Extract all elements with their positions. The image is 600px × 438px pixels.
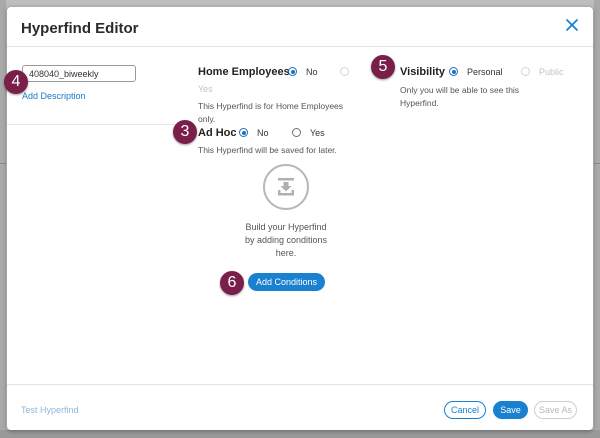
visibility-personal-radio[interactable] xyxy=(449,67,458,76)
left-divider xyxy=(7,124,183,125)
callout-badge: 3 xyxy=(173,120,197,144)
backdrop-left xyxy=(0,0,6,438)
empty-state-text: Build your Hyperfind by adding condition… xyxy=(235,221,337,260)
home-employees-no-radio[interactable] xyxy=(288,67,297,76)
visibility-personal-label: Personal xyxy=(467,67,503,77)
ad-hoc-no-label: No xyxy=(257,128,269,138)
ad-hoc-no-radio[interactable] xyxy=(239,128,248,137)
visibility-help-line1: Only you will be able to see this xyxy=(400,85,520,95)
backdrop-divider xyxy=(594,163,600,164)
visibility-public-radio xyxy=(521,67,530,76)
home-employees-help-line2: only. xyxy=(198,114,216,124)
home-employees-yes-radio xyxy=(340,67,349,76)
empty-state-line: here. xyxy=(275,248,297,258)
home-employees-help-line1: This Hyperfind is for Home Employees xyxy=(198,101,344,111)
dialog-title: Hyperfind Editor xyxy=(21,20,139,37)
hyperfind-editor-dialog: Hyperfind Editor Add Description Home Em… xyxy=(4,7,593,430)
ad-hoc-yes-radio[interactable] xyxy=(292,128,301,137)
ad-hoc-help: This Hyperfind will be saved for later. xyxy=(198,145,337,155)
add-conditions-button[interactable]: Add Conditions xyxy=(248,273,325,291)
hyperfind-name-input[interactable] xyxy=(22,65,136,82)
ad-hoc-label: Ad Hoc xyxy=(198,127,237,139)
save-as-button: Save As xyxy=(534,401,577,419)
dialog-footer: Test Hyperfind Cancel Save Save As xyxy=(7,384,593,430)
test-hyperfind-link: Test Hyperfind xyxy=(21,405,79,415)
visibility-help-line2: Hyperfind. xyxy=(400,98,439,108)
cancel-button[interactable]: Cancel xyxy=(444,401,486,419)
home-employees-no-label: No xyxy=(306,67,318,77)
download-tray-icon xyxy=(263,164,309,210)
ad-hoc-yes-label: Yes xyxy=(310,128,325,138)
callout-badge: 6 xyxy=(220,271,244,295)
home-employees-label: Home Employees xyxy=(198,66,290,78)
backdrop-bottom xyxy=(0,430,600,438)
visibility-public-label: Public xyxy=(539,67,564,77)
add-description-link[interactable]: Add Description xyxy=(22,91,86,101)
callout-badge: 4 xyxy=(4,70,28,94)
save-button[interactable]: Save xyxy=(493,401,528,419)
empty-state-line: Build your Hyperfind xyxy=(245,222,327,232)
empty-state-line: by adding conditions xyxy=(244,235,328,245)
home-employees-yes-label: Yes xyxy=(198,84,213,94)
callout-badge: 5 xyxy=(371,55,395,79)
dialog-header: Hyperfind Editor xyxy=(7,7,593,47)
visibility-label: Visibility xyxy=(400,66,446,78)
backdrop-right xyxy=(594,0,600,438)
close-icon[interactable] xyxy=(563,16,581,34)
backdrop-divider xyxy=(0,163,6,164)
